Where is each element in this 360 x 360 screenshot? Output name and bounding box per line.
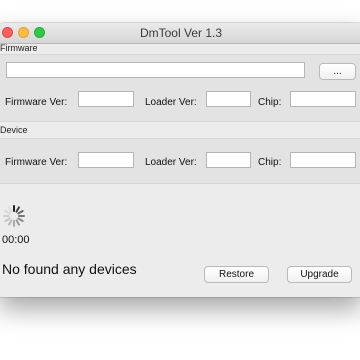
window-title: DmTool Ver 1.3: [139, 26, 223, 40]
restore-button[interactable]: Restore: [204, 266, 269, 283]
firmware-section-label: Firmware: [0, 43, 38, 53]
device-section-label: Device: [0, 125, 28, 135]
firmware-path-input[interactable]: [6, 62, 305, 78]
device-chip-field[interactable]: [290, 152, 356, 168]
firmware-chip-field[interactable]: [290, 91, 356, 107]
status-message: No found any devices: [2, 261, 137, 277]
firmware-loader-ver-label: Loader Ver:: [145, 97, 197, 108]
spinner-icon: [3, 205, 25, 227]
device-loader-ver-field[interactable]: [206, 152, 251, 168]
firmware-ver-label: Firmware Ver:: [5, 97, 68, 108]
firmware-loader-ver-field[interactable]: [206, 91, 251, 107]
elapsed-timer: 00:00: [2, 234, 30, 246]
device-loader-ver-label: Loader Ver:: [145, 157, 197, 168]
app-window: DmTool Ver 1.3 Firmware ... Firmware Ver…: [0, 23, 360, 297]
device-group: Firmware Ver: Loader Ver: Chip:: [0, 138, 360, 184]
firmware-group: ... Firmware Ver: Loader Ver: Chip:: [0, 54, 360, 122]
title-bar[interactable]: DmTool Ver 1.3: [0, 23, 360, 44]
firmware-chip-label: Chip:: [258, 97, 282, 108]
browse-button[interactable]: ...: [319, 63, 356, 80]
device-chip-label: Chip:: [258, 157, 282, 168]
upgrade-button[interactable]: Upgrade: [287, 266, 352, 283]
device-firmware-ver-label: Firmware Ver:: [5, 157, 68, 168]
firmware-ver-field[interactable]: [78, 91, 134, 107]
device-firmware-ver-field[interactable]: [78, 152, 134, 168]
